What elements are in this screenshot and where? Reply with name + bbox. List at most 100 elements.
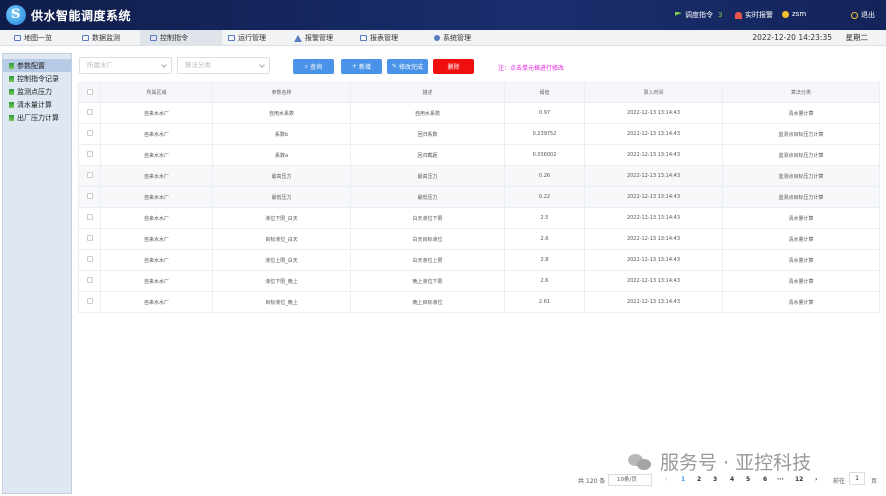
table-row[interactable]: 自来水水厂 最低压力 最低压力 0.22 2022-12-13 13:14:43 监测点目…: [78, 186, 880, 208]
nav-item-alarm[interactable]: 报警管理: [284, 30, 343, 46]
table-cell[interactable]: 自来水水厂: [100, 123, 213, 145]
add-button[interactable]: + 新增: [341, 59, 382, 74]
table-cell[interactable]: 0.22: [504, 186, 585, 208]
nav-item-report[interactable]: 报表管理: [350, 30, 408, 46]
row-checkbox[interactable]: [78, 186, 101, 208]
table-row[interactable]: 自来水水厂 系数b 回归系数 0.239752 2022-12-13 13:14:43 监…: [78, 123, 880, 145]
table-cell[interactable]: 晚上目标液位: [350, 291, 505, 313]
row-checkbox[interactable]: [78, 102, 101, 124]
column-header[interactable]: 参数名称: [212, 82, 351, 103]
row-checkbox[interactable]: [78, 228, 101, 250]
table-cell[interactable]: 自来水水厂: [100, 186, 213, 208]
goto-page-input[interactable]: 1: [849, 472, 865, 485]
table-cell[interactable]: 白天目标液位: [350, 228, 505, 250]
table-cell[interactable]: 2022-12-13 13:14:43: [584, 207, 723, 229]
row-checkbox[interactable]: [78, 123, 101, 145]
row-checkbox[interactable]: [78, 165, 101, 187]
next-page-button[interactable]: ›: [815, 474, 817, 486]
page-number[interactable]: 4: [730, 474, 734, 486]
page-number[interactable]: 6: [763, 474, 767, 486]
table-cell[interactable]: 监测点目标压力计算: [722, 186, 880, 208]
table-cell[interactable]: 液位上限_白天: [212, 249, 351, 271]
table-cell[interactable]: 清水量计算: [722, 270, 880, 292]
table-cell[interactable]: 目标液位_白天: [212, 228, 351, 250]
table-cell[interactable]: 清水量计算: [722, 228, 880, 250]
column-header[interactable]: 所属区域: [100, 82, 213, 103]
table-row[interactable]: 自来水水厂 液位下限_晚上 晚上液位下限 2.6 2022-12-13 13:14:43…: [78, 270, 880, 292]
nav-item-control[interactable]: 控制指令: [140, 30, 222, 46]
plant-select[interactable]: 所属水厂: [79, 57, 172, 74]
table-cell[interactable]: 2022-12-13 13:14:43: [584, 144, 723, 166]
edit-done-button[interactable]: ✎ 修改完成: [387, 59, 428, 74]
table-cell[interactable]: 自来水水厂: [100, 207, 213, 229]
table-cell[interactable]: 清水量计算: [722, 249, 880, 271]
column-header[interactable]: 描述: [350, 82, 505, 103]
table-row[interactable]: 自来水水厂 液位下限_白天 白天液位下限 2.5 2022-12-13 13:14:43…: [78, 207, 880, 229]
table-cell[interactable]: 晚上液位下限: [350, 270, 505, 292]
page-number[interactable]: 2: [697, 474, 701, 486]
table-cell[interactable]: 自来水水厂: [100, 249, 213, 271]
table-cell[interactable]: 自来水水厂: [100, 144, 213, 166]
table-cell[interactable]: 清水量计算: [722, 207, 880, 229]
column-header[interactable]: 录入时间: [584, 82, 723, 103]
table-row[interactable]: 自来水水厂 自用水系数 自用水系数 0.97 2022-12-13 13:14:43 清水…: [78, 102, 880, 124]
page-number[interactable]: 1: [681, 474, 685, 486]
sidebar-item-water-calc[interactable]: 清水量计算: [3, 98, 71, 111]
table-row[interactable]: 自来水水厂 液位上限_白天 白天液位上限 2.8 2022-12-13 13:14:43…: [78, 249, 880, 271]
table-cell[interactable]: 2.5: [504, 207, 585, 229]
table-cell[interactable]: 监测点目标压力计算: [722, 123, 880, 145]
nav-item-map[interactable]: 地图一览: [4, 30, 62, 46]
sidebar-item-command-log[interactable]: 控制指令记录: [3, 72, 71, 85]
category-select[interactable]: 算法分类: [177, 57, 270, 74]
table-cell[interactable]: 自用水系数: [212, 102, 351, 124]
nav-item-system[interactable]: 系统管理: [424, 30, 481, 46]
realtime-alarm-link[interactable]: 实时报警: [735, 10, 773, 20]
logout-button[interactable]: 退出: [851, 10, 875, 20]
table-cell[interactable]: 自用水系数: [350, 102, 505, 124]
page-ellipsis[interactable]: ···: [777, 474, 784, 486]
table-row[interactable]: 自来水水厂 最高压力 最高压力 0.26 2022-12-13 13:14:43 监测点目…: [78, 165, 880, 187]
table-cell[interactable]: 自来水水厂: [100, 102, 213, 124]
row-checkbox[interactable]: [78, 207, 101, 229]
table-row[interactable]: 自来水水厂 目标液位_白天 白天目标液位 2.6 2022-12-13 13:14:43…: [78, 228, 880, 250]
user-menu[interactable]: zsm: [782, 10, 806, 18]
table-cell[interactable]: 最高压力: [212, 165, 351, 187]
table-cell[interactable]: 最高压力: [350, 165, 505, 187]
delete-button[interactable]: 删除: [433, 59, 474, 74]
table-cell[interactable]: 自来水水厂: [100, 291, 213, 313]
table-cell[interactable]: 0.97: [504, 102, 585, 124]
page-size-select[interactable]: 10条/页: [608, 474, 652, 486]
table-cell[interactable]: 液位下限_白天: [212, 207, 351, 229]
page-number[interactable]: 3: [713, 474, 717, 486]
sidebar-item-outlet-pressure[interactable]: 出厂压力计算: [3, 111, 71, 124]
table-cell[interactable]: 监测点目标压力计算: [722, 144, 880, 166]
table-cell[interactable]: 0.036002: [504, 144, 585, 166]
table-cell[interactable]: 白天液位下限: [350, 207, 505, 229]
column-header[interactable]: 算法分类: [722, 82, 880, 103]
sidebar-item-param-config[interactable]: 参数配置: [3, 59, 71, 72]
prev-page-button[interactable]: ‹: [665, 474, 667, 486]
query-button[interactable]: ⌕ 查询: [293, 59, 334, 74]
table-cell[interactable]: 清水量计算: [722, 102, 880, 124]
table-cell[interactable]: 2022-12-13 13:14:43: [584, 291, 723, 313]
table-cell[interactable]: 2022-12-13 13:14:43: [584, 186, 723, 208]
table-cell[interactable]: 白天液位上限: [350, 249, 505, 271]
select-all-checkbox[interactable]: [78, 82, 101, 103]
table-cell[interactable]: 自来水水厂: [100, 165, 213, 187]
table-cell[interactable]: 2022-12-13 13:14:43: [584, 165, 723, 187]
table-row[interactable]: 自来水水厂 目标液位_晚上 晚上目标液位 2.61 2022-12-13 13:14:4…: [78, 291, 880, 313]
page-number[interactable]: 12: [795, 474, 803, 486]
table-cell[interactable]: 监测点目标压力计算: [722, 165, 880, 187]
table-cell[interactable]: 2022-12-13 13:14:43: [584, 270, 723, 292]
table-cell[interactable]: 目标液位_晚上: [212, 291, 351, 313]
sidebar-item-monitor-pressure[interactable]: 监测点压力: [3, 85, 71, 98]
dispatch-command-link[interactable]: 调度指令 3: [675, 10, 722, 20]
row-checkbox[interactable]: [78, 144, 101, 166]
table-cell[interactable]: 回归截距: [350, 144, 505, 166]
table-cell[interactable]: 2.61: [504, 291, 585, 313]
table-cell[interactable]: 回归系数: [350, 123, 505, 145]
column-header[interactable]: 阈值: [504, 82, 585, 103]
nav-item-monitor[interactable]: 数据监测: [72, 30, 130, 46]
table-cell[interactable]: 2022-12-13 13:14:43: [584, 249, 723, 271]
table-cell[interactable]: 2.6: [504, 228, 585, 250]
